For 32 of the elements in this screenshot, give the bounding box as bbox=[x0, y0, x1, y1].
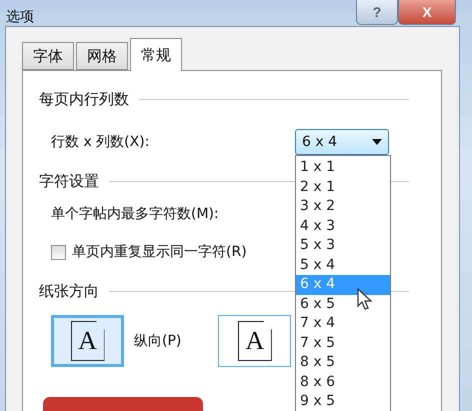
group-title: 每页内行列数 bbox=[39, 90, 129, 108]
orientation-button[interactable]: A bbox=[218, 315, 292, 367]
checkbox[interactable] bbox=[51, 244, 66, 260]
field-label: 行数 x 列数(X): bbox=[51, 133, 150, 151]
field-label: 单个字帖内最多字符数(M): bbox=[51, 205, 219, 223]
tab[interactable]: 网格 bbox=[76, 42, 128, 70]
dropdown-option[interactable]: 7 x 5 bbox=[296, 334, 390, 353]
tab[interactable]: 常规 bbox=[130, 38, 182, 71]
mouse-pointer-icon bbox=[357, 288, 373, 310]
dropdown-option[interactable]: 1 x 1 bbox=[296, 158, 390, 178]
caret-icon bbox=[372, 139, 382, 145]
window-title: 选项 bbox=[6, 8, 34, 26]
dropdown-option[interactable]: 9 x 5 bbox=[296, 392, 390, 411]
dropdown-option[interactable]: 8 x 6 bbox=[296, 372, 390, 392]
dropdown-option[interactable]: 4 x 3 bbox=[296, 216, 390, 236]
tab[interactable]: 字体 bbox=[22, 42, 74, 70]
group-title: 字符设置 bbox=[39, 172, 99, 190]
page-icon: A bbox=[238, 321, 272, 361]
dropdown-option[interactable]: 5 x 3 bbox=[296, 236, 390, 256]
dropdown-option[interactable]: 6 x 5 bbox=[296, 294, 390, 314]
help-button[interactable]: ? bbox=[356, 0, 398, 25]
page-icon: A bbox=[70, 321, 104, 361]
orientation-button[interactable]: A bbox=[51, 315, 124, 367]
dropdown-option[interactable]: 7 x 4 bbox=[296, 314, 390, 334]
dropdown-option[interactable]: 2 x 1 bbox=[296, 178, 390, 197]
group-title: 纸张方向 bbox=[39, 282, 99, 300]
dropdown-option[interactable]: 8 x 5 bbox=[296, 353, 390, 372]
checkbox-label: 单页内重复显示同一字符(R) bbox=[72, 243, 247, 261]
orientation-label: 纵向(P) bbox=[134, 332, 182, 350]
dropdown-option[interactable]: 5 x 4 bbox=[296, 256, 390, 275]
rows-columns-dropdown[interactable]: 6 x 4 bbox=[295, 129, 389, 155]
dropdown-option[interactable]: 3 x 2 bbox=[296, 197, 390, 216]
